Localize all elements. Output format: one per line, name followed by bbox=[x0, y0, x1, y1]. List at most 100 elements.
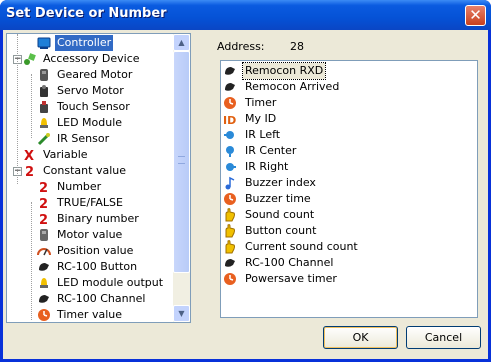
timer-icon bbox=[223, 272, 237, 286]
item-list[interactable]: Remocon RXD Remocon Arrived Timer ID My ID IR… bbox=[220, 60, 478, 318]
category-tree[interactable]: Controller − Accessory Device Geared Motor S… bbox=[7, 34, 173, 322]
list-item-label: Sound count bbox=[245, 208, 315, 221]
remocon-icon bbox=[223, 64, 237, 78]
svg-text:X: X bbox=[24, 149, 34, 162]
geared-motor-icon bbox=[37, 68, 51, 82]
tree-item-label: Controller bbox=[55, 35, 114, 51]
list-item[interactable]: Current sound count bbox=[223, 239, 473, 255]
list-item-label: IR Center bbox=[245, 144, 297, 157]
list-item-label: Buzzer index bbox=[245, 176, 316, 189]
binary-number-icon: 2 bbox=[37, 212, 51, 228]
list-item[interactable]: Buzzer time bbox=[223, 191, 473, 207]
ok-button[interactable]: OK bbox=[323, 326, 398, 349]
svg-text:2: 2 bbox=[25, 165, 34, 178]
tree-item-label: LED module output bbox=[57, 276, 164, 289]
timer-icon bbox=[223, 192, 237, 206]
list-item-label: Current sound count bbox=[245, 240, 358, 253]
timer-icon bbox=[223, 96, 237, 110]
rc100-channel-icon bbox=[37, 292, 51, 306]
timer-value-icon bbox=[37, 308, 51, 322]
touch-sensor-icon bbox=[37, 100, 51, 114]
variable-icon: X bbox=[23, 148, 37, 164]
grip-icon bbox=[178, 156, 185, 164]
list-item-label: Button count bbox=[245, 224, 317, 237]
true-false-icon: 2 bbox=[37, 196, 51, 212]
tree-item-label: LED Module bbox=[57, 116, 123, 129]
tree-item-label: Constant value bbox=[43, 164, 126, 177]
tree-item[interactable]: Controller bbox=[7, 35, 173, 51]
ir-right-icon bbox=[223, 160, 237, 174]
tree-scrollbar[interactable]: ▲ ▼ bbox=[173, 34, 190, 322]
list-item[interactable]: RC-100 Channel bbox=[223, 255, 473, 271]
list-item-label: IR Right bbox=[245, 160, 289, 173]
list-item-label: Buzzer time bbox=[245, 192, 311, 205]
category-tree-panel: Controller − Accessory Device Geared Motor S… bbox=[6, 33, 191, 323]
list-item[interactable]: Remocon Arrived bbox=[223, 79, 473, 95]
tree-item-label: Binary number bbox=[57, 212, 139, 225]
ir-sensor-icon bbox=[37, 132, 51, 146]
number-icon: 2 bbox=[37, 180, 51, 196]
scroll-up-button[interactable]: ▲ bbox=[173, 34, 190, 51]
tree-line bbox=[17, 34, 18, 184]
close-button[interactable]: ✕ bbox=[465, 5, 486, 26]
scroll-down-button[interactable]: ▼ bbox=[173, 305, 190, 322]
tree-item-label: RC-100 Button bbox=[57, 260, 138, 273]
tree-item-label: Number bbox=[57, 180, 102, 193]
list-item[interactable]: IR Right bbox=[223, 159, 473, 175]
tree-item[interactable]: − Accessory Device bbox=[7, 51, 173, 67]
tree-item-label: Timer value bbox=[57, 308, 122, 321]
buzzer-note-icon bbox=[223, 176, 237, 190]
detail-panel: Address: 28 Remocon RXD Remocon Arrived Ti… bbox=[195, 33, 485, 323]
controller-icon bbox=[37, 36, 51, 50]
list-item-label: RC-100 Channel bbox=[245, 256, 334, 269]
address-label: Address: bbox=[217, 40, 265, 53]
list-item[interactable]: Sound count bbox=[223, 207, 473, 223]
dialog-body: Controller − Accessory Device Geared Motor S… bbox=[3, 30, 488, 359]
tree-line bbox=[31, 74, 32, 138]
list-item[interactable]: Buzzer index bbox=[223, 175, 473, 191]
hand-icon bbox=[223, 240, 237, 254]
svg-text:ID: ID bbox=[223, 114, 236, 126]
tree-item-label: RC-100 Channel bbox=[57, 292, 146, 305]
remocon-icon bbox=[223, 80, 237, 94]
constant-value-icon: 2 bbox=[23, 164, 37, 180]
address-value: 28 bbox=[290, 40, 304, 53]
tree-item-label: Touch Sensor bbox=[57, 100, 130, 113]
list-item[interactable]: Powersave timer bbox=[223, 271, 473, 287]
list-item[interactable]: Timer bbox=[223, 95, 473, 111]
list-item-label: Timer bbox=[245, 96, 277, 109]
list-item[interactable]: Button count bbox=[223, 223, 473, 239]
tree-item[interactable]: X Variable bbox=[7, 147, 173, 164]
hand-icon bbox=[223, 224, 237, 238]
motor-value-icon bbox=[37, 228, 51, 242]
list-item[interactable]: IR Center bbox=[223, 143, 473, 159]
tree-item[interactable]: 2 Number bbox=[7, 179, 173, 196]
window-title: Set Device or Number bbox=[6, 6, 167, 21]
tree-item-label: Geared Motor bbox=[57, 68, 133, 81]
tree-item-label: Variable bbox=[43, 148, 88, 161]
tree-item[interactable]: −2 Constant value bbox=[7, 163, 173, 180]
ir-center-icon bbox=[223, 144, 237, 158]
tree-item-label: Accessory Device bbox=[43, 52, 140, 65]
list-item-label: Remocon RXD bbox=[241, 62, 327, 80]
ir-left-icon bbox=[223, 128, 237, 142]
servo-motor-icon bbox=[37, 84, 51, 98]
rc100-button-icon bbox=[37, 260, 51, 274]
svg-text:2: 2 bbox=[39, 181, 48, 194]
list-item-label: Remocon Arrived bbox=[245, 80, 340, 93]
scrollbar-thumb[interactable] bbox=[173, 51, 190, 273]
remocon-icon bbox=[223, 256, 237, 270]
title-bar[interactable]: Set Device or Number ✕ bbox=[0, 0, 491, 30]
list-item[interactable]: IR Left bbox=[223, 127, 473, 143]
position-value-icon bbox=[37, 244, 51, 258]
cancel-button[interactable]: Cancel bbox=[406, 326, 481, 349]
tree-item-label: Motor value bbox=[57, 228, 123, 241]
id-icon: ID bbox=[223, 112, 237, 127]
tree-line bbox=[31, 202, 32, 320]
accessory-device-icon bbox=[23, 52, 37, 66]
hand-icon bbox=[223, 208, 237, 222]
tree-item-label: TRUE/FALSE bbox=[57, 196, 123, 209]
list-item[interactable]: Remocon RXD bbox=[223, 62, 473, 80]
tree-item-label: IR Sensor bbox=[57, 132, 110, 145]
list-item[interactable]: ID My ID bbox=[223, 111, 473, 127]
